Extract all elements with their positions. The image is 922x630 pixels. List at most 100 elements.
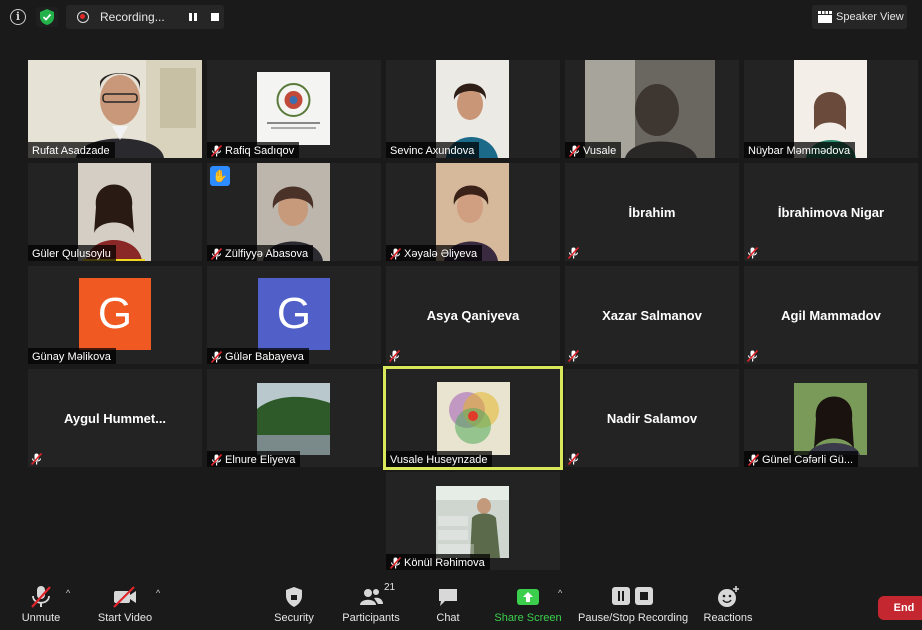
muted-mic-icon xyxy=(747,350,758,362)
muted-mic-icon xyxy=(389,350,400,362)
participant-name-center: İbrahim xyxy=(628,205,676,220)
security-button[interactable]: Security xyxy=(272,585,316,624)
participant-name: Elnure Eliyeva xyxy=(225,454,296,466)
speaker-view-icon xyxy=(818,11,832,23)
participant-name-tag: Rafiq Sadıqov xyxy=(207,142,300,158)
share-screen-icon xyxy=(517,589,539,605)
participant-poster-avatar xyxy=(436,486,509,558)
chat-bubble-icon xyxy=(439,589,457,606)
end-meeting-button[interactable]: End xyxy=(878,596,922,620)
participant-tile[interactable]: Agil Mammadov xyxy=(744,266,918,364)
participant-name: Zülfiyyə Abasova xyxy=(225,248,309,260)
participant-tile[interactable]: Aygul Hummet... xyxy=(28,369,202,467)
shield-check-icon[interactable] xyxy=(36,7,58,27)
reactions-button[interactable]: Reactions xyxy=(702,585,754,624)
participant-name: Gülər Babayeva xyxy=(225,351,304,363)
speaker-view-button[interactable]: Speaker View xyxy=(812,5,907,29)
participant-name: Sevinc Axundova xyxy=(390,145,475,157)
participant-name-center: Nadir Salamov xyxy=(606,411,698,426)
muted-mic-icon xyxy=(568,453,579,465)
participant-name-center: Xazar Salmanov xyxy=(602,308,702,323)
muted-mic-icon xyxy=(748,454,759,466)
meeting-toolbar: Unmute ^ Start Video ^ Security Particip… xyxy=(0,580,922,630)
participant-name: Günay Məlikova xyxy=(32,351,111,363)
pause-stop-recording-button[interactable]: Pause/Stop Recording xyxy=(578,585,688,624)
muted-mic-icon xyxy=(569,145,580,157)
participant-name: Güler Qulusoylu xyxy=(32,248,111,260)
participant-tile[interactable]: Rufat Asadzade xyxy=(28,60,202,158)
participant-name-center: Aygul Hummet... xyxy=(63,411,167,426)
muted-mic-icon xyxy=(747,247,758,259)
muted-mic-icon xyxy=(31,453,42,465)
participant-tile[interactable]: Elnure Eliyeva xyxy=(207,369,381,467)
participant-tile[interactable]: ✋ Zülfiyyə Abasova xyxy=(207,163,381,261)
share-options-caret-icon[interactable]: ^ xyxy=(558,588,562,598)
participant-tile-active-speaker[interactable]: Vusale Huseynzade xyxy=(383,366,563,470)
participant-name-tag: Vusale xyxy=(565,142,622,158)
security-shield-icon xyxy=(286,587,302,607)
participant-tile[interactable]: G Gülər Babayeva xyxy=(207,266,381,364)
speaker-view-label: Speaker View xyxy=(836,11,904,23)
participant-tile[interactable]: Güler Qulusoylu xyxy=(28,163,202,261)
pause-recording-icon[interactable] xyxy=(184,8,202,26)
muted-microphone-icon xyxy=(31,586,51,608)
top-bar: i Recording... Speaker View xyxy=(0,0,922,36)
participant-name: Nüybar Məmmədova xyxy=(748,145,851,157)
video-options-caret-icon[interactable]: ^ xyxy=(156,588,160,598)
participant-tile[interactable]: Nüybar Məmmədova xyxy=(744,60,918,158)
start-video-button[interactable]: Start Video xyxy=(96,585,154,624)
info-icon[interactable]: i xyxy=(10,9,26,25)
chat-button[interactable]: Chat xyxy=(432,585,464,624)
pause-stop-recording-label: Pause/Stop Recording xyxy=(578,612,689,624)
participant-tile[interactable]: Sevinc Axundova xyxy=(386,60,560,158)
reactions-label: Reactions xyxy=(703,612,753,624)
audio-options-caret-icon[interactable]: ^ xyxy=(66,588,70,598)
muted-mic-icon xyxy=(568,247,579,259)
participant-tile[interactable]: Rafiq Sadıqov xyxy=(207,60,381,158)
participant-name-center: İbrahimova Nigar xyxy=(777,205,885,220)
participant-tile[interactable]: Vusale xyxy=(565,60,739,158)
participant-tile[interactable]: Könül Rəhimova xyxy=(386,472,560,570)
participant-name-tag: Günay Məlikova xyxy=(28,348,116,364)
participants-icon xyxy=(360,589,383,605)
unmute-button[interactable]: Unmute xyxy=(18,585,64,624)
muted-mic-icon xyxy=(211,454,222,466)
share-screen-button[interactable]: Share Screen xyxy=(494,585,562,624)
raise-hand-icon: ✋ xyxy=(210,166,230,186)
pause-stop-recording-icon xyxy=(612,587,653,605)
participant-tile[interactable]: Xəyalə Əliyeva xyxy=(386,163,560,261)
participant-tile[interactable]: Xazar Salmanov xyxy=(565,266,739,364)
muted-mic-icon xyxy=(390,248,401,260)
participant-name-tag: Zülfiyyə Abasova xyxy=(207,245,314,261)
participant-name: Günel Cəfərli Gü... xyxy=(762,454,854,466)
participant-tile[interactable]: İbrahim xyxy=(565,163,739,261)
participant-name: Vusale xyxy=(583,145,617,157)
reactions-smiley-icon xyxy=(718,586,739,607)
recording-indicator: Recording... xyxy=(66,5,224,29)
participant-tile[interactable]: İbrahimova Nigar xyxy=(744,163,918,261)
muted-mic-icon xyxy=(211,145,222,157)
participant-tile[interactable]: Asya Qaniyeva xyxy=(386,266,560,364)
recording-dot-icon xyxy=(77,11,89,23)
security-label: Security xyxy=(274,612,314,624)
participant-name-tag: Rufat Asadzade xyxy=(28,142,115,158)
participant-name-center: Agil Mammadov xyxy=(781,308,881,323)
participant-name: Vusale Huseynzade xyxy=(390,454,488,466)
muted-mic-icon xyxy=(211,248,222,260)
participant-name-tag: Xəyalə Əliyeva xyxy=(386,245,483,261)
participant-name-tag: Sevinc Axundova xyxy=(386,142,480,158)
chat-label: Chat xyxy=(436,612,460,624)
participant-name-tag: Vusale Huseynzade xyxy=(386,451,493,467)
participant-name: Rufat Asadzade xyxy=(32,145,110,157)
participant-logo-avatar xyxy=(437,382,510,455)
participant-tile[interactable]: G Günay Məlikova xyxy=(28,266,202,364)
muted-mic-icon xyxy=(568,350,579,362)
participants-label: Participants xyxy=(342,612,400,624)
participant-name-tag: Nüybar Məmmədova xyxy=(744,142,856,158)
participant-name: Könül Rəhimova xyxy=(404,557,485,569)
stop-recording-icon[interactable] xyxy=(206,8,224,26)
start-video-label: Start Video xyxy=(97,612,153,624)
participant-tile[interactable]: Günel Cəfərli Gü... xyxy=(744,369,918,467)
participant-tile[interactable]: Nadir Salamov xyxy=(565,369,739,467)
participants-count: 21 xyxy=(384,582,396,593)
